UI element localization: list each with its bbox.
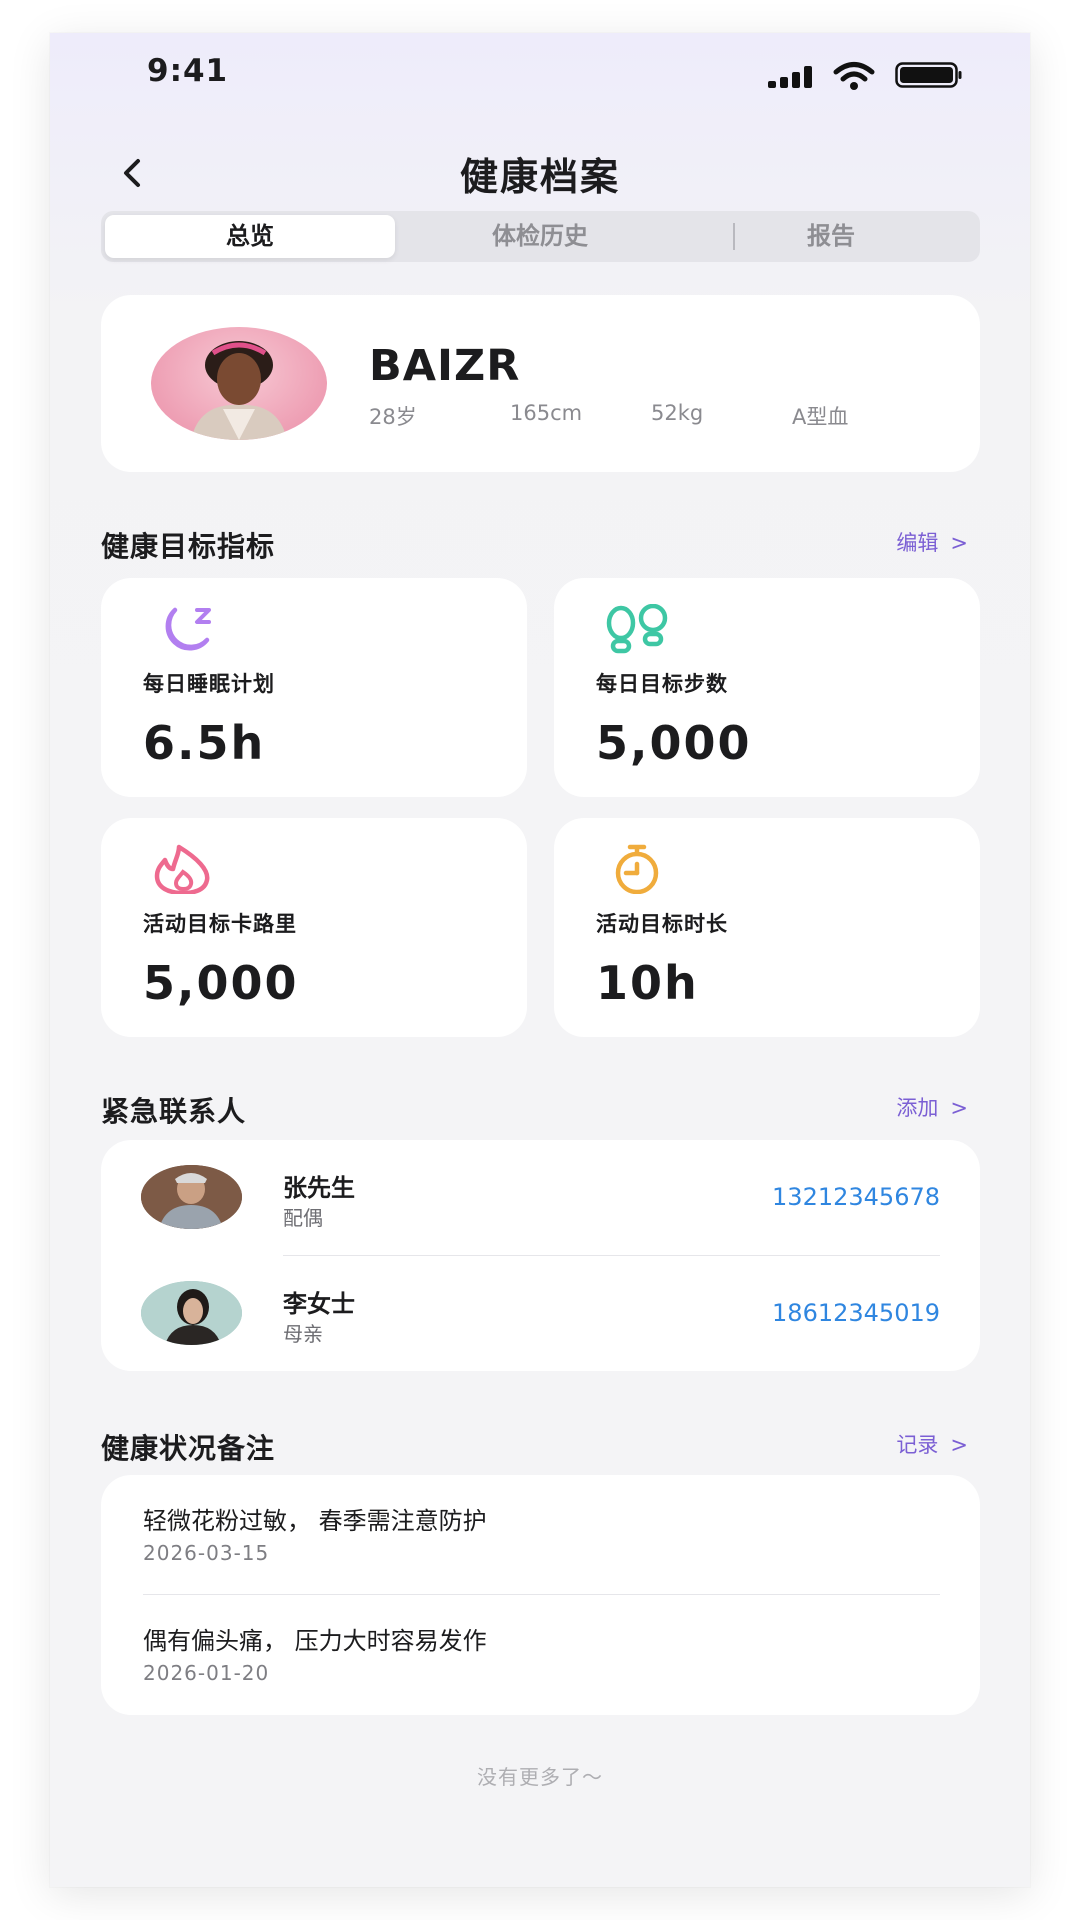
tab-checkup-history[interactable]: 体检历史 <box>395 215 685 258</box>
contact-name: 李女士 <box>283 1290 355 1318</box>
contacts-section-title: 紧急联系人 <box>101 1095 247 1128</box>
profile-blood-type: A型血 <box>792 405 849 429</box>
note-date: 2026-03-15 <box>143 1541 270 1565</box>
profile-avatar <box>151 327 327 440</box>
nav-bar: 健康档案 <box>50 138 1030 218</box>
goal-label: 活动目标时长 <box>596 912 728 936</box>
edit-goals-link[interactable]: 编辑 > <box>896 527 968 557</box>
goal-label: 每日目标步数 <box>596 672 728 696</box>
page-title: 健康档案 <box>459 155 620 199</box>
contact-avatar <box>141 1281 242 1345</box>
record-note-label: 记录 <box>896 1433 939 1457</box>
chevron-right-icon: > <box>950 531 968 555</box>
profile-age: 28岁 <box>369 405 417 429</box>
goal-label: 活动目标卡路里 <box>143 912 297 936</box>
footprints-icon <box>606 604 668 654</box>
stopwatch-icon <box>615 844 659 894</box>
edit-goals-label: 编辑 <box>896 531 939 555</box>
status-time: 9:41 <box>147 53 229 89</box>
chevron-right-icon: > <box>950 1433 968 1457</box>
contact-relation: 配偶 <box>283 1206 323 1230</box>
goal-value: 5,000 <box>143 956 299 1010</box>
note-text: 偶有偏头痛， 压力大时容易发作 <box>143 1627 487 1655</box>
contact-row[interactable]: 张先生 配偶 13212345678 <box>101 1140 980 1255</box>
status-bar: 9:41 <box>50 33 1030 113</box>
note-row[interactable]: 轻微花粉过敏， 春季需注意防护 2026-03-15 <box>101 1475 980 1593</box>
tab-report[interactable]: 报告 <box>686 215 976 258</box>
goal-value: 5,000 <box>596 716 752 770</box>
wifi-icon <box>833 62 875 90</box>
contact-avatar <box>141 1165 242 1229</box>
note-date: 2026-01-20 <box>143 1661 270 1685</box>
goal-card-calories[interactable]: 活动目标卡路里 5,000 <box>101 818 527 1037</box>
profile-card[interactable]: BAIZR 28岁 165cm 52kg A型血 <box>101 295 980 472</box>
profile-weight: 52kg <box>651 401 704 425</box>
avatar-portrait-icon <box>141 1281 242 1345</box>
profile-stats: 28岁 165cm 52kg A型血 <box>369 401 969 431</box>
add-contact-label: 添加 <box>896 1096 939 1120</box>
flame-icon <box>154 844 210 894</box>
profile-height: 165cm <box>510 401 583 425</box>
end-of-list-text: 没有更多了～ <box>477 1765 603 1789</box>
contact-relation: 母亲 <box>283 1322 323 1346</box>
notes-section-title: 健康状况备注 <box>101 1432 276 1465</box>
goal-card-sleep[interactable]: 每日睡眠计划 6.5h <box>101 578 527 797</box>
contact-phone[interactable]: 13212345678 <box>772 1183 940 1211</box>
note-text: 轻微花粉过敏， 春季需注意防护 <box>143 1507 487 1535</box>
add-contact-link[interactable]: 添加 > <box>896 1092 968 1122</box>
goal-label: 每日睡眠计划 <box>143 672 275 696</box>
phone-screen: 9:41 健康档案 总览 体检历史 报告 BAIZR 28岁 165cm 52k… <box>50 33 1030 1887</box>
note-row[interactable]: 偶有偏头痛， 压力大时容易发作 2026-01-20 <box>101 1595 980 1713</box>
cellular-signal-icon <box>768 66 814 88</box>
goal-value: 10h <box>596 956 699 1010</box>
goals-section-title: 健康目标指标 <box>101 530 276 563</box>
moon-sleep-icon <box>165 607 211 651</box>
avatar-portrait-icon <box>141 1165 242 1229</box>
goal-card-duration[interactable]: 活动目标时长 10h <box>554 818 980 1037</box>
record-note-link[interactable]: 记录 > <box>896 1429 968 1459</box>
chevron-right-icon: > <box>950 1096 968 1120</box>
contacts-card: 张先生 配偶 13212345678 李女士 母亲 18612345019 <box>101 1140 980 1371</box>
profile-name: BAIZR <box>369 341 521 391</box>
segmented-tabs: 总览 体检历史 报告 <box>101 211 980 262</box>
avatar-portrait-icon <box>191 341 287 440</box>
contact-row[interactable]: 李女士 母亲 18612345019 <box>101 1256 980 1371</box>
contact-phone[interactable]: 18612345019 <box>772 1299 940 1327</box>
notes-card: 轻微花粉过敏， 春季需注意防护 2026-03-15 偶有偏头痛， 压力大时容易… <box>101 1475 980 1715</box>
goal-card-steps[interactable]: 每日目标步数 5,000 <box>554 578 980 797</box>
battery-icon <box>895 62 962 88</box>
tab-overview[interactable]: 总览 <box>105 215 395 258</box>
goal-value: 6.5h <box>143 716 266 770</box>
contact-name: 张先生 <box>283 1174 355 1202</box>
